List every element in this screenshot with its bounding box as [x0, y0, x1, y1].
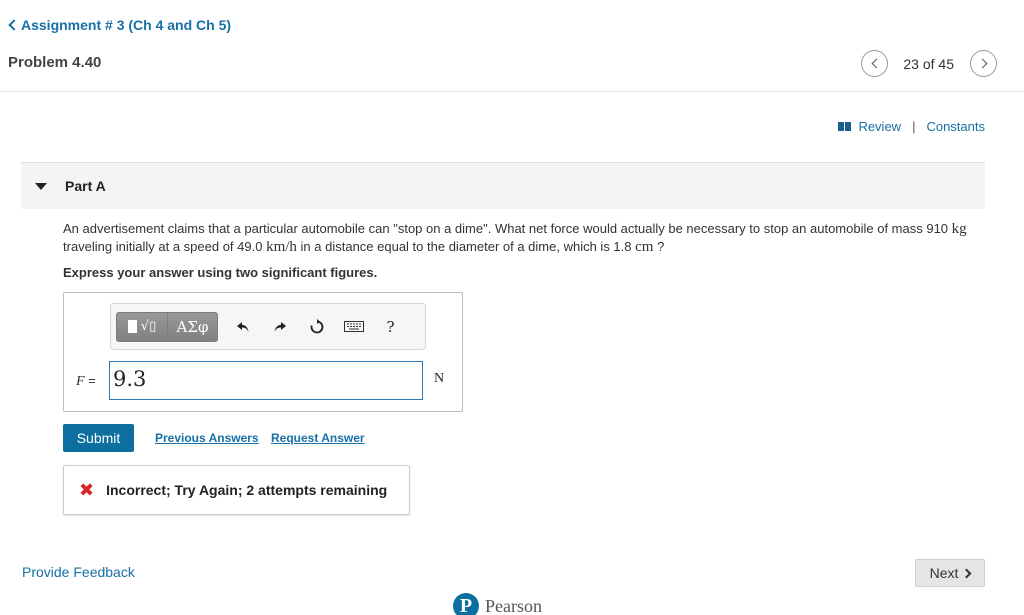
problem-pager: 23 of 45	[861, 50, 997, 77]
help-button[interactable]: ?	[372, 312, 409, 342]
chevron-right-icon	[961, 568, 972, 578]
pager-count: 23 of 45	[903, 55, 954, 72]
template-box-icon	[127, 320, 137, 333]
math-toolbar: √▯ ΑΣφ ?	[110, 303, 426, 350]
feedback-message: Incorrect; Try Again; 2 attempts remaini…	[106, 482, 388, 498]
next-label: Next	[929, 565, 959, 581]
feedback-message-box: ✖ Incorrect; Try Again; 2 attempts remai…	[63, 465, 410, 515]
answer-instruction: Express your answer using two significan…	[63, 265, 378, 280]
templates-button[interactable]: √▯	[116, 311, 168, 342]
answer-box: √▯ ΑΣφ ? F = 9.3 N	[63, 292, 463, 412]
question-text-part-1: An advertisement claims that a particula…	[63, 221, 952, 236]
review-link[interactable]: Review	[858, 119, 901, 134]
header-divider	[0, 91, 1024, 92]
back-link-label: Assignment # 3 (Ch 4 and Ch 5)	[21, 17, 232, 33]
question-text-part-4: ?	[653, 239, 665, 254]
next-problem-button[interactable]	[970, 50, 997, 77]
pearson-name: Pearson	[485, 595, 542, 615]
resources-separator: |	[912, 119, 916, 134]
previous-answers-link[interactable]: Previous Answers	[155, 431, 259, 445]
request-answer-link[interactable]: Request Answer	[271, 431, 365, 445]
pearson-brand: P Pearson	[453, 593, 542, 615]
next-button[interactable]: Next	[915, 559, 985, 587]
part-a-header[interactable]: Part A	[21, 163, 985, 209]
part-label: Part A	[65, 178, 106, 194]
unit-cm: cm	[635, 239, 654, 255]
problem-title: Problem 4.40	[8, 54, 102, 71]
submit-button[interactable]: Submit	[63, 424, 134, 452]
question-text-part-3: in a distance equal to the diameter of a…	[296, 239, 636, 254]
question-text-part-2: traveling initially at a speed of 49.0	[63, 239, 267, 254]
chevron-left-icon	[8, 19, 20, 31]
reset-icon[interactable]	[298, 312, 335, 342]
variable-symbol: F	[76, 374, 85, 389]
keyboard-icon[interactable]	[335, 312, 372, 342]
provide-feedback-link[interactable]: Provide Feedback	[22, 564, 135, 580]
incorrect-x-icon: ✖	[79, 479, 95, 501]
book-icon	[838, 122, 852, 131]
equals-sign: =	[84, 373, 96, 388]
answer-variable-label: F =	[76, 373, 96, 390]
constants-link[interactable]: Constants	[926, 119, 985, 134]
chevron-right-icon	[977, 58, 987, 69]
back-to-assignment-link[interactable]: Assignment # 3 (Ch 4 and Ch 5)	[8, 17, 231, 33]
redo-icon[interactable]	[261, 312, 298, 342]
question-text: An advertisement claims that a particula…	[63, 220, 978, 256]
answer-unit: N	[434, 371, 445, 386]
unit-kg: kg	[951, 221, 967, 237]
answer-input[interactable]: 9.3	[109, 361, 423, 400]
resources-bar: Review | Constants	[838, 119, 985, 134]
pearson-logo-icon: P	[453, 593, 479, 615]
undo-icon[interactable]	[224, 312, 261, 342]
unit-kmh: km/h	[266, 239, 297, 255]
chevron-left-icon	[871, 58, 882, 69]
collapse-triangle-icon	[35, 182, 47, 190]
previous-problem-button[interactable]	[861, 50, 889, 77]
sqrt-template-icon: √▯	[140, 319, 157, 334]
greek-symbols-button[interactable]: ΑΣφ	[168, 311, 218, 342]
